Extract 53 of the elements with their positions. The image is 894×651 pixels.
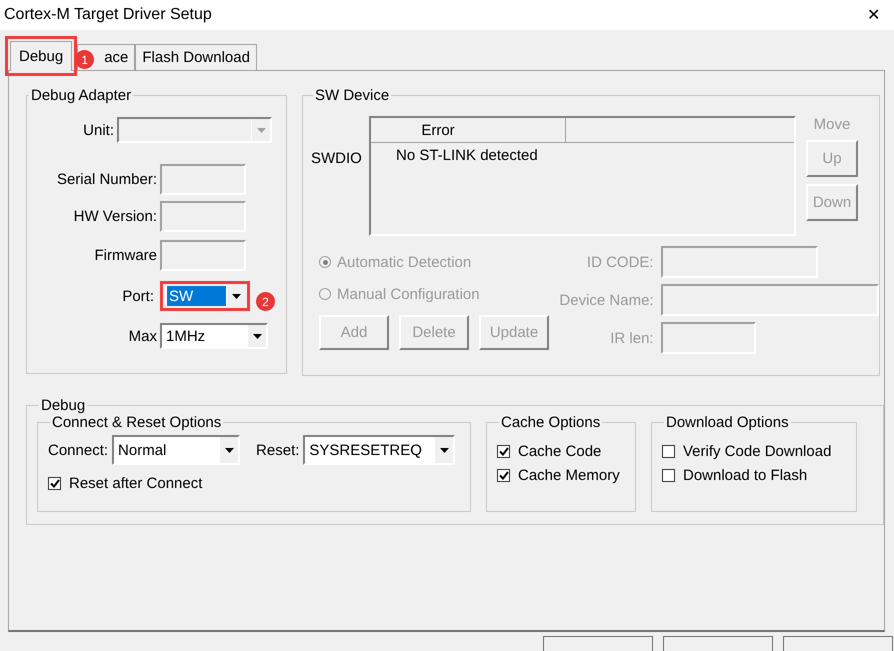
radio-label: Manual Configuration [337, 286, 480, 302]
group-title: Cache Options [500, 414, 602, 431]
field-label: HW Version: [72, 208, 158, 225]
checkbox[interactable] [662, 468, 675, 482]
checkbox[interactable] [497, 468, 510, 482]
checkbox[interactable] [662, 444, 675, 458]
field-label: Port: [121, 288, 155, 304]
group-title: Debug Adapter [30, 87, 132, 104]
dropdown-arrow-icon [440, 448, 449, 452]
dropdown-arrow-icon [256, 128, 266, 132]
column-header: Error [371, 118, 566, 142]
dropdown-arrow-icon [232, 294, 240, 298]
field-label: Connect: [48, 442, 108, 458]
checkbox-label: Reset after Connect [69, 474, 202, 492]
group-title: Connect & Reset Options [51, 414, 222, 431]
field-label: Unit: [82, 122, 115, 138]
input-field[interactable] [160, 164, 246, 195]
checkbox[interactable] [497, 444, 510, 458]
dropdown[interactable]: SYSRESETREQ [303, 435, 456, 465]
group-title: SW Device [314, 87, 390, 104]
field-label: Firmware [94, 247, 158, 264]
field-label: Serial Number: [56, 171, 158, 188]
input-field[interactable] [660, 284, 879, 316]
input-field[interactable] [660, 246, 818, 278]
move-label: Move [814, 116, 850, 133]
checkbox-label: Cache Code [518, 442, 602, 460]
field-label: Max [128, 328, 158, 344]
field-label: IR len: [609, 330, 654, 346]
dropdown-arrow-icon [252, 334, 262, 338]
field-label: Reset: [256, 442, 300, 458]
table-cell: No ST-LINK detected [396, 147, 538, 164]
side-label: SWDIO [311, 150, 363, 167]
checkbox-label: Download to Flash [683, 466, 808, 484]
input-field[interactable] [160, 201, 246, 232]
checkbox-label: Verify Code Download [683, 442, 832, 460]
input-field[interactable] [160, 240, 246, 271]
group-title: Debug [40, 397, 86, 414]
dropdown[interactable]: 1MHz [160, 323, 268, 349]
checkbox[interactable] [48, 476, 61, 490]
tab[interactable]: Flash Download [135, 44, 257, 70]
group-title: Download Options [665, 414, 790, 431]
radio-label: Automatic Detection [337, 254, 472, 270]
callout-badge: 2 [256, 292, 275, 311]
window-title: Cortex-M Target Driver Setup [4, 6, 212, 24]
close-button[interactable]: ✕ [867, 5, 880, 25]
tab[interactable]: Debug [10, 41, 72, 71]
dropdown-arrow-icon [224, 448, 234, 452]
field-label: ID CODE: [586, 254, 654, 270]
input-field[interactable] [660, 322, 756, 354]
dropdown[interactable]: Normal [112, 435, 240, 465]
dropdown[interactable]: SW [165, 286, 245, 306]
field-label: Device Name: [559, 292, 654, 308]
checkbox-label: Cache Memory [518, 466, 620, 484]
